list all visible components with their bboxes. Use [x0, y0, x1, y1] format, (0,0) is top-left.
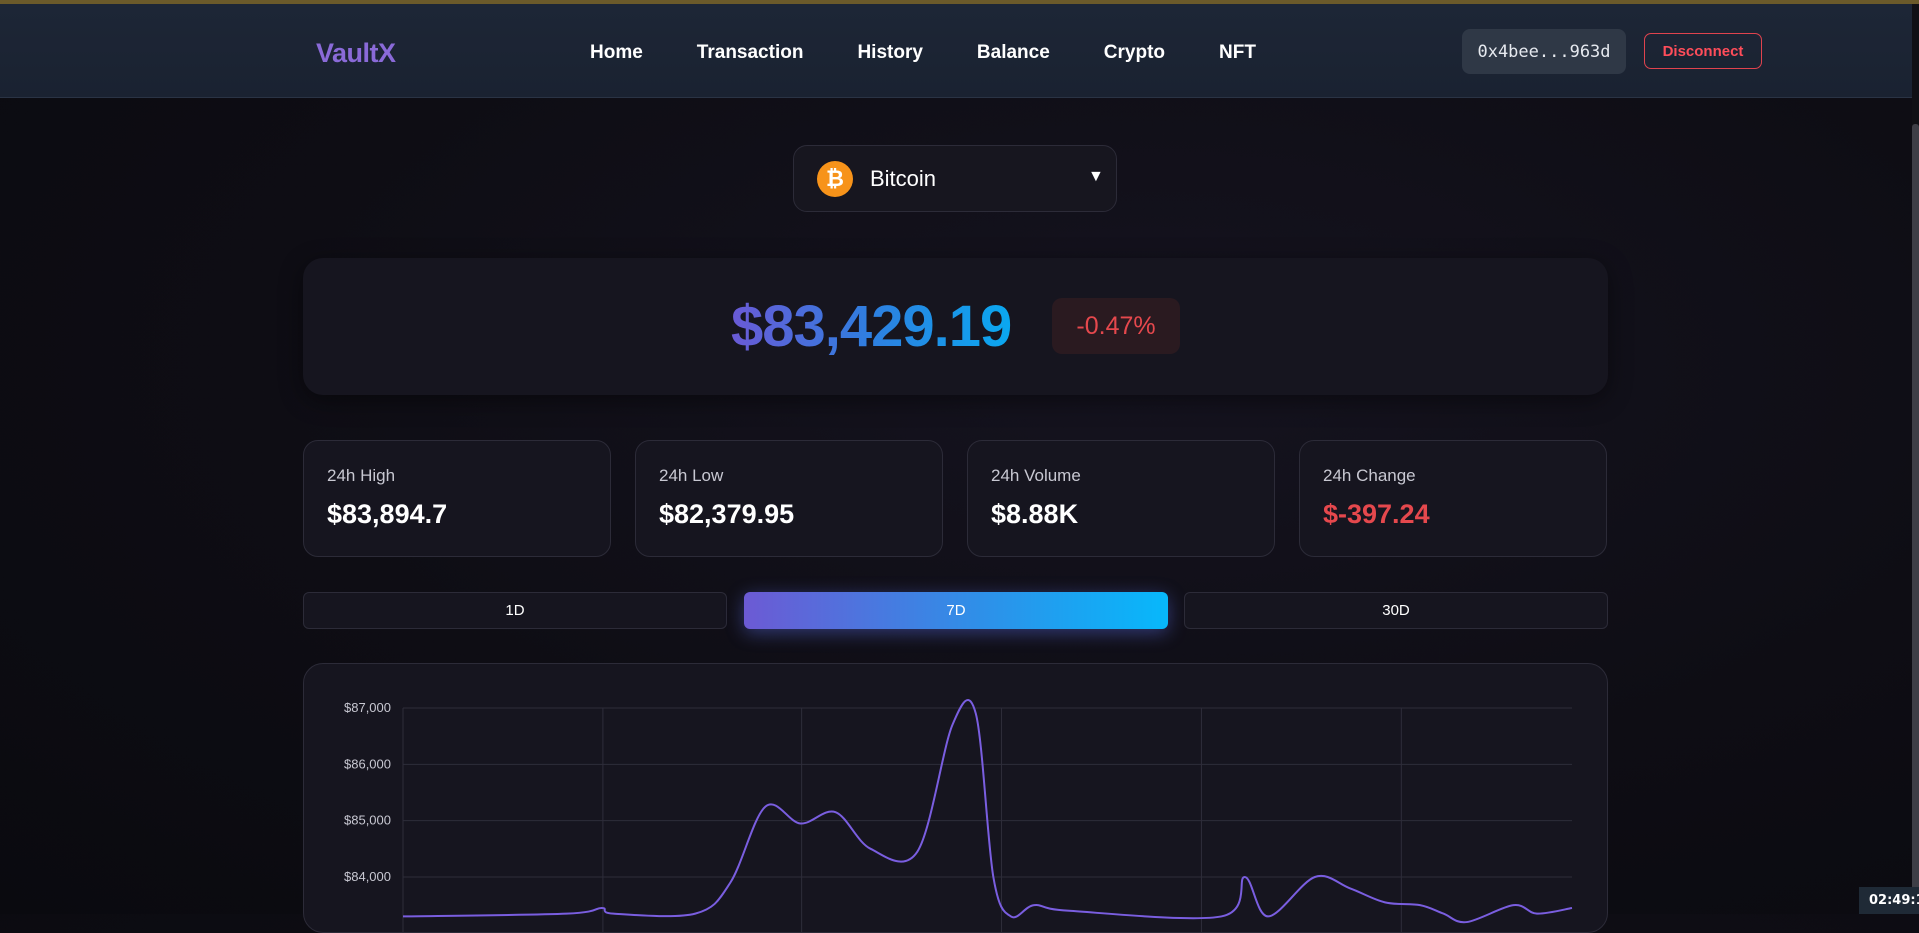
y-tick-label: $87,000	[344, 700, 391, 715]
range-button-30d[interactable]: 30D	[1184, 592, 1608, 629]
chevron-down-icon: ▼	[1088, 168, 1104, 185]
top-navbar: VaultX Home Transaction History Balance …	[0, 4, 1912, 98]
scrollbar-thumb[interactable]	[1912, 124, 1919, 914]
nav-history[interactable]: History	[857, 42, 922, 64]
stat-card-24h-volume: 24h Volume $8.88K	[967, 440, 1275, 557]
stat-card-24h-low: 24h Low $82,379.95	[635, 440, 943, 557]
current-price: $83,429.19	[731, 294, 1012, 359]
price-line-series	[402, 699, 1573, 924]
stat-value: $83,894.7	[327, 499, 448, 529]
stat-label: 24h Volume	[991, 466, 1081, 485]
stat-value: $82,379.95	[659, 499, 795, 529]
nav-crypto[interactable]: Crypto	[1104, 42, 1165, 64]
nav-transaction[interactable]: Transaction	[697, 42, 804, 64]
vaultx-logo[interactable]: VaultX	[316, 38, 396, 69]
wallet-address-badge[interactable]: 0x4bee...963d	[1462, 29, 1626, 74]
stat-value: $8.88K	[991, 499, 1079, 529]
y-tick-label: $85,000	[344, 813, 391, 828]
bitcoin-icon: ₿	[817, 161, 853, 197]
stat-label: 24h Change	[1323, 466, 1416, 485]
stat-card-24h-high: 24h High $83,894.7	[303, 440, 611, 557]
price-chart: $87,000 $86,000 $85,000 $84,000	[344, 699, 1573, 932]
price-card: $83,429.19 -0.47%	[303, 258, 1608, 395]
taskbar-clock: 02:49:1	[1859, 887, 1919, 914]
disconnect-button[interactable]: Disconnect	[1644, 33, 1762, 69]
selected-coin-name: Bitcoin	[870, 166, 937, 191]
stat-label: 24h High	[327, 466, 396, 485]
range-button-1d[interactable]: 1D	[303, 592, 727, 629]
stat-label: 24h Low	[659, 466, 724, 485]
nav-links: Home Transaction History Balance Crypto …	[590, 42, 1310, 64]
range-button-7d[interactable]: 7D	[744, 592, 1168, 629]
stat-card-24h-change: 24h Change $-397.24	[1299, 440, 1607, 557]
y-tick-label: $84,000	[344, 869, 391, 884]
coin-selector-dropdown[interactable]: ₿ Bitcoin ▼	[793, 145, 1117, 212]
nav-balance[interactable]: Balance	[977, 42, 1050, 64]
y-tick-label: $86,000	[344, 756, 391, 771]
nav-nft[interactable]: NFT	[1219, 42, 1256, 64]
price-change-badge: -0.47%	[1052, 298, 1180, 354]
nav-home[interactable]: Home	[590, 42, 643, 64]
stat-value: $-397.24	[1323, 499, 1430, 529]
price-chart-card: $87,000 $86,000 $85,000 $84,000	[303, 663, 1608, 933]
